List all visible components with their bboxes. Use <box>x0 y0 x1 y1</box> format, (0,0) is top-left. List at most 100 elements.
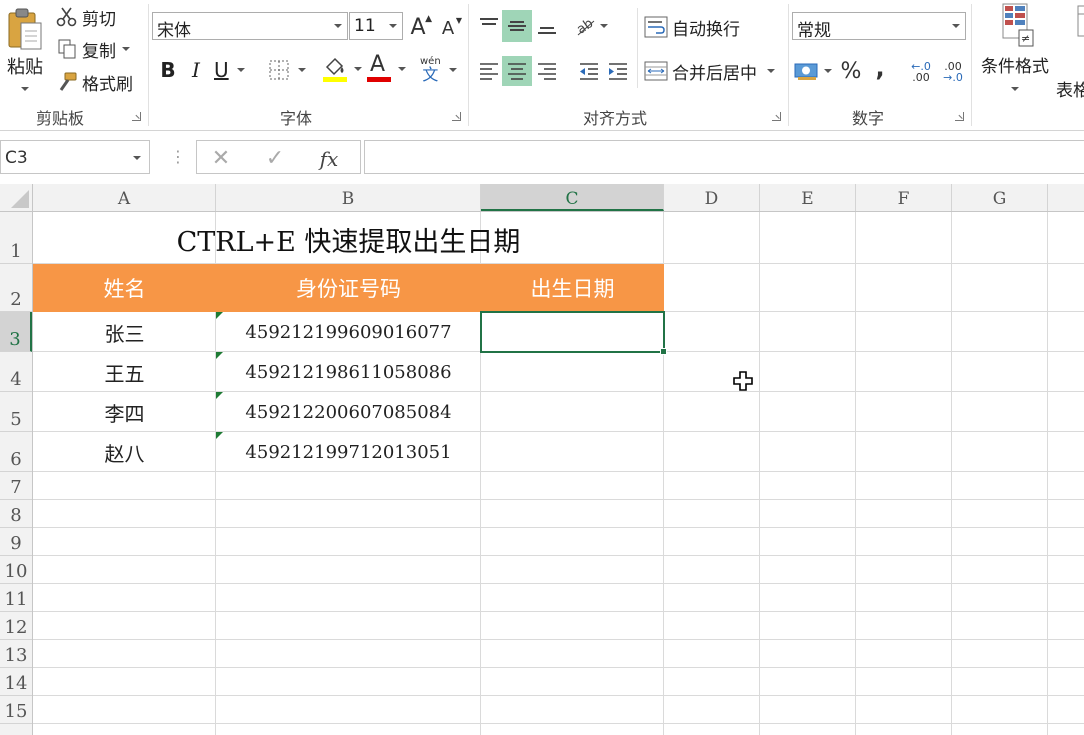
id-number-cell[interactable]: 459212199609016077 <box>216 312 481 352</box>
chevron-down-icon[interactable] <box>298 68 306 72</box>
header-cell-name[interactable]: 姓名 <box>33 264 216 312</box>
align-left-button[interactable] <box>474 56 504 86</box>
birth-date-cell[interactable] <box>481 432 664 472</box>
birth-date-cell[interactable] <box>481 352 664 392</box>
increase-indent-button[interactable] <box>603 56 633 86</box>
chevron-down-icon[interactable] <box>448 68 457 72</box>
chevron-down-icon[interactable] <box>398 67 406 71</box>
column-header-b[interactable]: B <box>216 184 481 211</box>
row-header-1[interactable]: 1 <box>0 212 32 264</box>
column-header-f[interactable]: F <box>856 184 952 211</box>
fill-color-button[interactable] <box>322 54 364 84</box>
comma-style-button[interactable]: , <box>868 54 892 86</box>
row-header-5[interactable]: 5 <box>0 392 32 432</box>
increase-decimal-button[interactable]: ←.0 .00 <box>906 56 936 88</box>
align-bottom-button[interactable] <box>532 10 562 42</box>
decrease-decimal-button[interactable]: .00 →.0 <box>938 56 968 88</box>
insert-function-icon[interactable]: fx <box>317 147 341 171</box>
align-top-button[interactable] <box>474 10 504 42</box>
number-format-combo[interactable]: 常规 <box>792 12 966 40</box>
cut-button[interactable]: 剪切 <box>56 4 126 30</box>
copy-button[interactable]: 复制 <box>56 36 146 62</box>
row-header-13[interactable]: 13 <box>0 640 32 668</box>
font-launcher-icon[interactable] <box>452 112 461 121</box>
chevron-down-icon[interactable] <box>1011 87 1019 91</box>
name-cell[interactable]: 赵八 <box>33 432 216 472</box>
italic-button[interactable]: I <box>184 56 208 84</box>
bold-button[interactable]: B <box>156 56 180 84</box>
row-header-11[interactable]: 11 <box>0 584 32 612</box>
select-all-button[interactable] <box>0 184 33 212</box>
name-box[interactable]: C3 <box>0 140 150 174</box>
row-header-3[interactable]: 3 <box>0 312 32 352</box>
decrease-indent-button[interactable] <box>574 56 604 86</box>
paste-button[interactable]: 粘贴 <box>2 4 48 94</box>
enter-check-icon[interactable]: ✓ <box>263 147 287 171</box>
row-header-14[interactable]: 14 <box>0 668 32 696</box>
font-size-combo[interactable]: 11 <box>349 12 403 40</box>
column-header-c[interactable]: C <box>481 184 664 211</box>
formula-bar-grip-icon[interactable]: ⋮ <box>170 149 186 165</box>
row-header-15[interactable]: 15 <box>0 696 32 724</box>
row-header-7[interactable]: 7 <box>0 472 32 500</box>
wrap-text-button[interactable]: 自动换行 <box>644 12 754 42</box>
title-cell[interactable]: CTRL+E 快速提取出生日期 <box>33 212 664 264</box>
cancel-icon[interactable]: ✕ <box>209 147 233 171</box>
decrease-font-size-button[interactable]: A ▼ <box>436 16 462 40</box>
percent-style-button[interactable]: % <box>838 56 864 86</box>
paste-dropdown-icon[interactable] <box>21 87 29 91</box>
row-header-10[interactable]: 10 <box>0 556 32 584</box>
row-header-9[interactable]: 9 <box>0 528 32 556</box>
chevron-down-icon[interactable] <box>389 24 397 28</box>
fill-handle[interactable] <box>660 348 667 355</box>
chevron-down-icon[interactable] <box>767 69 775 73</box>
formula-input[interactable] <box>364 140 1084 174</box>
align-right-button[interactable] <box>532 56 562 86</box>
column-header-e[interactable]: E <box>760 184 856 211</box>
alignment-launcher-icon[interactable] <box>772 112 781 121</box>
column-header-g[interactable]: G <box>952 184 1048 211</box>
id-number-cell[interactable]: 459212199712013051 <box>216 432 481 472</box>
chevron-down-icon[interactable] <box>354 67 362 71</box>
align-center-button[interactable] <box>502 56 532 86</box>
row-header-12[interactable]: 12 <box>0 612 32 640</box>
row-header-6[interactable]: 6 <box>0 432 32 472</box>
header-cell-birth[interactable]: 出生日期 <box>481 264 664 312</box>
underline-button[interactable]: U <box>214 56 254 84</box>
column-header-a[interactable]: A <box>33 184 216 211</box>
id-number-cell[interactable]: 459212200607085084 <box>216 392 481 432</box>
merge-center-button[interactable]: 合并后居中 <box>644 56 784 86</box>
chevron-down-icon[interactable] <box>824 69 832 73</box>
header-cell-id[interactable]: 身份证号码 <box>216 264 481 312</box>
chevron-down-icon[interactable] <box>236 68 245 72</box>
accounting-format-button[interactable] <box>794 56 836 86</box>
name-cell[interactable]: 王五 <box>33 352 216 392</box>
row-header-2[interactable]: 2 <box>0 264 32 312</box>
chevron-down-icon[interactable] <box>952 24 960 28</box>
border-button[interactable] <box>268 56 312 84</box>
birth-date-cell[interactable] <box>481 392 664 432</box>
copy-dropdown-icon[interactable] <box>122 47 130 51</box>
row-header-8[interactable]: 8 <box>0 500 32 528</box>
name-cell[interactable]: 张三 <box>33 312 216 352</box>
phonetic-guide-button[interactable]: wén 文 <box>420 54 462 86</box>
increase-font-size-button[interactable]: A ▲ <box>406 14 432 40</box>
chevron-down-icon[interactable] <box>334 24 342 28</box>
column-header-d[interactable]: D <box>664 184 760 211</box>
active-cell-c3[interactable] <box>480 311 665 353</box>
orientation-button[interactable]: ab <box>574 10 616 42</box>
worksheet: ABCDEFG 1 2 3 4 5 6 7 8 9 10 11 12 13 14 15 CTRL+E 快速提… <box>0 184 1084 735</box>
name-cell[interactable]: 李四 <box>33 392 216 432</box>
number-launcher-icon[interactable] <box>955 112 964 121</box>
format-painter-button[interactable]: 格式刷 <box>56 69 141 95</box>
id-number-cell[interactable]: 459212198611058086 <box>216 352 481 392</box>
chevron-down-icon[interactable] <box>600 24 608 28</box>
font-name-combo[interactable]: 宋体 <box>152 12 348 40</box>
row-header-4[interactable]: 4 <box>0 352 32 392</box>
font-color-button[interactable]: A <box>366 52 408 84</box>
format-as-table-button[interactable]: 表格 <box>1056 2 1084 98</box>
chevron-down-icon[interactable] <box>133 156 141 160</box>
align-middle-button[interactable] <box>502 10 532 42</box>
clipboard-launcher-icon[interactable] <box>132 112 141 121</box>
conditional-format-button[interactable]: ≠ 条件格式 <box>976 2 1054 98</box>
